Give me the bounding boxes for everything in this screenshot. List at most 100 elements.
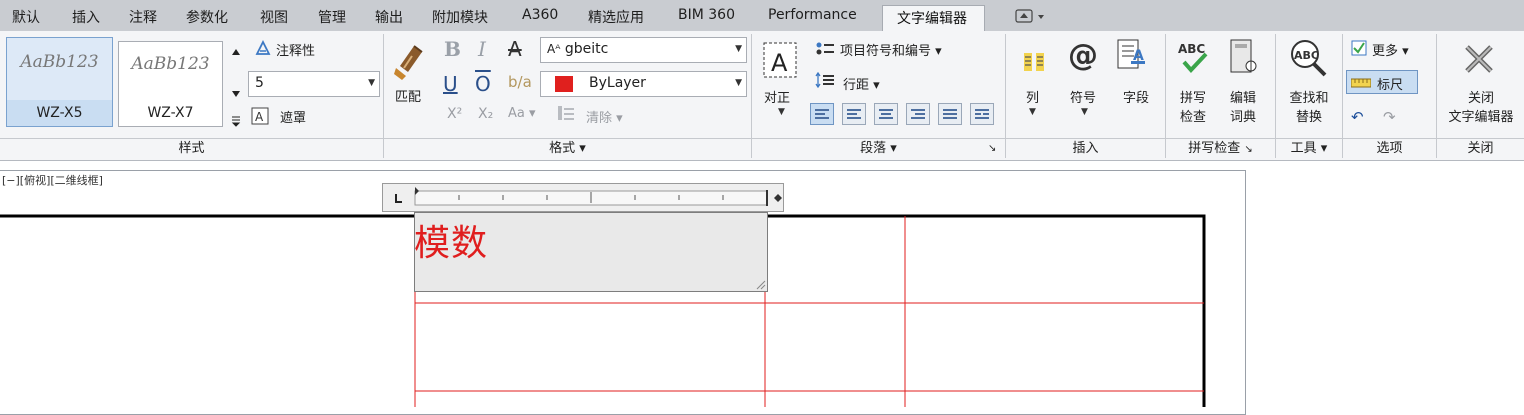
change-case-button[interactable]: Aa ▾ <box>508 106 536 121</box>
tab-manage[interactable]: 管理 <box>318 7 346 27</box>
align-distribute-button[interactable] <box>970 103 994 125</box>
panel-title-paragraph[interactable]: 段落 ▾ ↘ <box>752 138 1005 159</box>
tab-insert[interactable]: 插入 <box>72 7 100 27</box>
panel-title-format[interactable]: 格式 ▾ <box>384 138 751 159</box>
line-spacing-button[interactable]: 行距 ▾ <box>843 74 880 93</box>
dictionary-label-1: 编辑 <box>1230 91 1257 106</box>
style-gallery-scroll[interactable] <box>228 41 244 127</box>
strikethrough-icon[interactable]: A <box>508 37 522 61</box>
match-button[interactable]: 匹配 <box>395 86 421 105</box>
italic-icon[interactable]: I <box>478 37 486 61</box>
find-replace-button[interactable]: 查找和 替换 <box>1286 87 1332 125</box>
tab-text-editor[interactable]: 文字编辑器 <box>882 5 985 31</box>
panel-title-options[interactable]: 选项 <box>1343 138 1436 159</box>
tab-featured-apps[interactable]: 精选应用 <box>588 7 644 27</box>
justify-button[interactable]: 对正 <box>764 87 790 106</box>
resize-grip-icon[interactable] <box>754 278 766 290</box>
mtext-content[interactable]: 模数 <box>414 214 488 266</box>
tab-parametric[interactable]: 参数化 <box>186 7 228 27</box>
clear-button[interactable]: 清除 ▾ <box>586 107 623 126</box>
panel-title-tools[interactable]: 工具 ▾ <box>1276 138 1342 159</box>
align-default-button[interactable] <box>810 103 834 125</box>
redo-icon[interactable]: ↷ <box>1383 108 1396 126</box>
tab-overflow-menu[interactable] <box>1014 8 1050 26</box>
bullets-numbering-button[interactable]: 项目符号和编号 ▾ <box>840 40 942 59</box>
text-height-value: 5 <box>255 75 264 91</box>
panel-title-spellcheck[interactable]: 拼写检查 ↘ <box>1166 138 1275 159</box>
field-icon: A <box>1115 38 1147 78</box>
tab-overflow-icon <box>1015 9 1044 23</box>
change-case-label: Aa <box>508 106 525 121</box>
superscript-icon[interactable]: X² <box>447 106 462 122</box>
ruler-toggle-button[interactable]: 标尺 <box>1346 70 1418 94</box>
annotative-toggle[interactable]: 注释性 <box>276 40 315 59</box>
gallery-scroll-arrows-icon <box>231 49 241 127</box>
panel-title-style[interactable]: 样式 <box>0 138 383 159</box>
style-name: WZ-X5 <box>7 100 112 126</box>
undo-icon[interactable]: ↶ <box>1351 108 1364 126</box>
tab-performance[interactable]: Performance <box>768 7 857 23</box>
more-button[interactable]: 更多 ▾ <box>1372 40 1409 59</box>
clear-label: 清除 <box>586 111 613 126</box>
underline-icon[interactable]: U <box>443 72 458 96</box>
chevron-down-icon: ▼ <box>368 78 375 88</box>
font-combo[interactable]: Aᴬ gbeitc ▼ <box>540 37 747 63</box>
chevron-down-icon: ▼ <box>1081 107 1088 117</box>
symbol-at-icon: @ <box>1068 38 1098 73</box>
chevron-down-icon: ▼ <box>778 107 785 117</box>
tab-a360[interactable]: A360 <box>522 7 558 23</box>
tab-addins[interactable]: 附加模块 <box>432 7 488 27</box>
color-swatch <box>555 76 573 92</box>
tab-output[interactable]: 输出 <box>375 7 403 27</box>
close-label-2: 文字编辑器 <box>1448 110 1514 125</box>
tab-bim360[interactable]: BIM 360 <box>678 7 735 23</box>
find-replace-icon: ABC <box>1287 38 1329 82</box>
match-properties-brush-icon <box>392 38 428 86</box>
align-justify-button[interactable] <box>938 103 962 125</box>
panel-title-close[interactable]: 关闭 <box>1437 138 1524 159</box>
svg-text:ABC: ABC <box>1178 42 1205 56</box>
font-icon: Aᴬ <box>547 42 561 56</box>
subscript-icon[interactable]: X₂ <box>478 106 493 122</box>
close-text-editor-button[interactable]: 关闭 文字编辑器 <box>1441 87 1521 125</box>
clear-formatting-icon <box>556 104 576 126</box>
columns-button[interactable]: 列 <box>1026 87 1039 106</box>
more-label: 更多 <box>1372 44 1399 59</box>
style-preview: AaBb123 <box>20 52 99 72</box>
bold-icon[interactable]: B <box>444 37 461 61</box>
tab-default[interactable]: 默认 <box>12 7 40 27</box>
mask-button[interactable]: 遮罩 <box>280 107 306 126</box>
field-button[interactable]: 字段 <box>1123 87 1149 106</box>
tab-view[interactable]: 视图 <box>260 7 288 27</box>
ruler-label: 标尺 <box>1377 78 1404 93</box>
line-spacing-icon <box>815 71 835 92</box>
color-combo[interactable]: ByLayer ▼ <box>540 71 747 97</box>
dialog-launcher-icon: ↘ <box>1244 144 1253 155</box>
edit-dictionary-icon <box>1225 38 1261 82</box>
overline-icon[interactable]: O <box>475 72 491 96</box>
spellcheck-icon: ABC <box>1176 40 1216 80</box>
align-right-button[interactable] <box>906 103 930 125</box>
close-label-1: 关闭 <box>1467 91 1494 106</box>
dictionary-label-2: 词典 <box>1230 110 1257 125</box>
symbol-button[interactable]: 符号 <box>1070 87 1096 106</box>
align-left-button[interactable] <box>842 103 866 125</box>
edit-dictionary-button[interactable]: 编辑 词典 <box>1230 87 1256 125</box>
panel-title-insert[interactable]: 插入 <box>1006 138 1165 159</box>
dialog-launcher-icon[interactable]: ↘ <box>988 139 996 158</box>
columns-icon <box>1022 50 1046 78</box>
chevron-down-icon: ▼ <box>735 78 742 88</box>
chevron-down-icon: ▼ <box>735 44 742 54</box>
tab-annotate[interactable]: 注释 <box>129 7 157 27</box>
chevron-down-icon: ▼ <box>1029 107 1036 117</box>
text-style-wz-x7[interactable]: AaBb123 WZ-X7 <box>118 41 223 127</box>
line-spacing-label: 行距 <box>843 78 870 93</box>
text-editor-ruler[interactable] <box>382 183 784 212</box>
text-height-combo[interactable]: 5 ▼ <box>248 71 380 97</box>
stack-icon[interactable]: b/a <box>508 73 532 91</box>
align-center-button[interactable] <box>874 103 898 125</box>
ruler-icon <box>1350 77 1372 92</box>
text-style-wz-x5[interactable]: AaBb123 WZ-X5 <box>6 37 113 127</box>
svg-text:ABC: ABC <box>1294 49 1319 62</box>
spellcheck-button[interactable]: 拼写 检查 <box>1180 87 1206 125</box>
